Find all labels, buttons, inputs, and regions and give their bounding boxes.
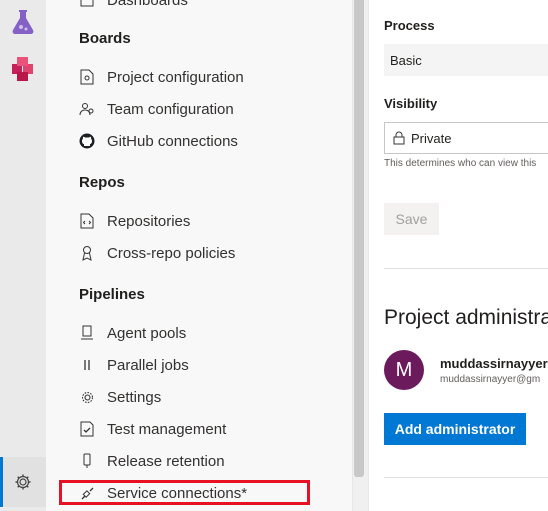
nav-item-label: Team configuration xyxy=(107,100,234,118)
lock-icon xyxy=(393,131,405,145)
add-administrator-button[interactable]: Add administrator xyxy=(384,413,526,445)
nav-scrollbar-thumb[interactable] xyxy=(354,0,364,477)
github-icon xyxy=(79,133,95,149)
release-retention-icon xyxy=(79,453,95,469)
settings-rail-active-indicator xyxy=(0,457,3,507)
nav-item-label: Repositories xyxy=(107,212,191,230)
test-management-icon xyxy=(79,421,95,437)
visibility-label: Visibility xyxy=(384,96,438,111)
nav-item-label: Dashboards xyxy=(107,0,188,9)
nav-item-label: GitHub connections xyxy=(107,132,238,150)
agent-pool-icon xyxy=(79,325,95,341)
artifacts-icon[interactable] xyxy=(10,56,36,82)
nav-item-github-connections[interactable]: GitHub connections xyxy=(79,129,238,153)
nav-item-parallel-jobs[interactable]: Parallel jobs xyxy=(79,353,189,377)
section-repos: Repos xyxy=(79,174,125,191)
admin-email: muddassirnayyer@gm xyxy=(440,374,541,385)
nav-item-team-configuration[interactable]: Team configuration xyxy=(79,97,234,121)
save-button[interactable]: Save xyxy=(384,203,439,235)
highlight-box xyxy=(59,480,310,505)
nav-item-repositories[interactable]: Repositories xyxy=(79,209,190,233)
test-plans-icon[interactable] xyxy=(10,9,36,35)
nav-item-settings[interactable]: Settings xyxy=(79,385,161,409)
divider-bottom xyxy=(384,477,548,478)
repository-icon xyxy=(79,213,95,229)
visibility-dropdown[interactable]: Private xyxy=(384,122,548,154)
process-value: Basic xyxy=(390,52,422,68)
nav-item-label: Settings xyxy=(107,388,162,406)
visibility-help-text: This determines who can view this xyxy=(384,158,537,169)
section-boards: Boards xyxy=(79,30,131,47)
admin-name: muddassirnayyer xyxy=(440,356,548,371)
avatar: M xyxy=(384,350,424,390)
parallel-jobs-icon xyxy=(79,357,95,373)
nav-item-agent-pools[interactable]: Agent pools xyxy=(79,321,186,345)
nav-item-project-configuration[interactable]: Project configuration xyxy=(79,65,244,89)
nav-item-label: Parallel jobs xyxy=(107,356,189,374)
admin-heading: Project administra xyxy=(384,306,548,329)
nav-item-dashboards[interactable]: Dashboards xyxy=(79,0,188,12)
section-pipelines: Pipelines xyxy=(79,286,145,303)
nav-item-label: Project configuration xyxy=(107,68,244,86)
nav-item-label: Test management xyxy=(107,420,227,438)
team-icon xyxy=(79,101,95,117)
gear-icon[interactable] xyxy=(10,469,36,495)
dashboard-icon xyxy=(79,0,95,8)
policy-icon xyxy=(79,245,95,261)
process-label: Process xyxy=(384,18,435,33)
divider xyxy=(384,268,548,269)
nav-item-cross-repo-policies[interactable]: Cross-repo policies xyxy=(79,241,235,265)
nav-item-label: Cross-repo policies xyxy=(107,244,236,262)
nav-item-label: Release retention xyxy=(107,452,225,470)
nav-item-test-management[interactable]: Test management xyxy=(79,417,226,441)
nav-item-label: Agent pools xyxy=(107,324,187,342)
visibility-value: Private xyxy=(411,130,452,146)
nav-item-release-retention[interactable]: Release retention xyxy=(79,449,225,473)
process-field[interactable]: Basic xyxy=(384,44,548,76)
settings-gear-icon xyxy=(79,389,95,405)
project-config-icon xyxy=(79,69,95,85)
